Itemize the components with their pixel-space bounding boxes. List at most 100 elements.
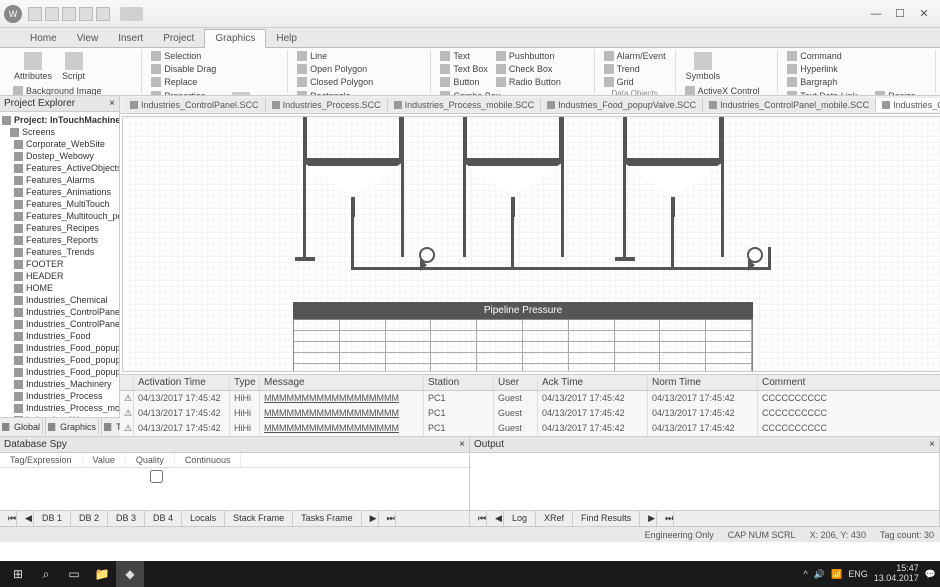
tree-item[interactable]: Features_Recipes (2, 222, 117, 234)
checkbox-button[interactable]: Check Box (493, 63, 564, 75)
pipe[interactable] (768, 247, 771, 270)
col-activation[interactable]: Activation Time (134, 375, 230, 390)
col-comment[interactable]: Comment (758, 375, 940, 390)
support-base[interactable] (295, 257, 315, 261)
document-tab[interactable]: Industries_Food_popupValve.SCC (541, 98, 703, 112)
dbspy-tab[interactable]: DB 3 (108, 511, 145, 526)
col-user[interactable]: User (494, 375, 538, 390)
pipe[interactable] (511, 217, 514, 267)
tab-graphics[interactable]: Graphics (204, 29, 266, 48)
tree-item[interactable]: Features_Reports (2, 234, 117, 246)
tree-item[interactable]: Industries_Process_mobile (2, 402, 117, 414)
document-tab[interactable]: Industries_Process_mobile.SCC (388, 98, 542, 112)
tray-clock[interactable]: 15:47 13.04.2017 (874, 564, 919, 584)
hopper-2[interactable] (453, 116, 573, 217)
tree-item[interactable]: Industries_Food (2, 330, 117, 342)
alarm-row[interactable]: ⚠04/13/2017 17:45:42HiHiMMMMMMMMMMMMMMMM… (120, 391, 940, 406)
tab-graphics-exp[interactable]: Graphics (46, 418, 102, 436)
tree-item[interactable]: Features_Animations (2, 186, 117, 198)
panel-close-icon[interactable]: × (459, 439, 465, 450)
close-button[interactable]: ✕ (912, 6, 936, 22)
support[interactable] (721, 116, 724, 257)
col-message[interactable]: Message (260, 375, 424, 390)
tab-nav-first[interactable]: ⏮ (470, 511, 487, 526)
tree-item[interactable]: HOME (2, 282, 117, 294)
panel-close-icon[interactable]: × (929, 439, 935, 450)
notifications-button[interactable]: 💬 (925, 569, 936, 580)
tray-lang[interactable]: ENG (848, 569, 868, 579)
activex-button[interactable]: ActiveX Control (682, 85, 763, 96)
dbspy-col[interactable]: Tag/Expression (0, 453, 83, 467)
dbspy-col[interactable]: Quality (126, 453, 175, 467)
tree-item[interactable]: Industries_Chemical (2, 294, 117, 306)
output-tab[interactable]: XRef (536, 511, 573, 526)
replace-button[interactable]: Replace (148, 76, 219, 88)
explorer-button[interactable]: 📁 (88, 561, 116, 587)
qat-btn[interactable] (79, 7, 93, 21)
text-button[interactable]: Text (437, 50, 491, 62)
support[interactable] (463, 116, 466, 257)
tab-home[interactable]: Home (20, 30, 67, 47)
alarm-button[interactable]: Alarm/Event (601, 50, 669, 62)
trend-button[interactable]: Trend (601, 63, 669, 75)
maximize-button[interactable]: ☐ (888, 6, 912, 22)
valve-icon[interactable] (419, 257, 435, 273)
minimize-button[interactable]: — (864, 6, 888, 22)
design-canvas[interactable]: Pipeline Pressure (122, 116, 940, 372)
dbspy-col[interactable]: Value (83, 453, 126, 467)
col-type[interactable]: Type (230, 375, 260, 390)
button-button[interactable]: Button (437, 76, 491, 88)
valve-icon[interactable] (747, 257, 763, 273)
pipeline-pressure-table[interactable]: Pipeline Pressure (293, 302, 753, 372)
tab-nav-prev[interactable]: ◀ (17, 511, 34, 526)
tree-item[interactable]: Industries_Food_popupMot (2, 342, 117, 354)
textbox-button[interactable]: Text Box (437, 63, 491, 75)
support-base[interactable] (615, 257, 635, 261)
qat-btn[interactable] (96, 7, 110, 21)
disabledrag-button[interactable]: Disable Drag (148, 63, 219, 75)
explorer-close-icon[interactable]: × (109, 98, 115, 109)
dbspy-col[interactable]: Continuous (175, 453, 242, 467)
support[interactable] (303, 116, 306, 257)
continuous-checkbox[interactable] (150, 470, 163, 483)
dbspy-tab[interactable]: Tasks Frame (293, 511, 362, 526)
document-tab[interactable]: Industries_Chemical.SCC× (876, 98, 940, 112)
qat-btn[interactable] (62, 7, 76, 21)
col-station[interactable]: Station (424, 375, 494, 390)
tree-item[interactable]: Corporate_WebSite (2, 138, 117, 150)
tree-item[interactable]: Features_Alarms (2, 174, 117, 186)
tab-nav-next[interactable]: ▶ (640, 511, 657, 526)
tree-item[interactable]: FOOTER (2, 258, 117, 270)
taskview-button[interactable]: ▭ (60, 561, 88, 587)
tree-item[interactable]: Features_Trends (2, 246, 117, 258)
tab-global[interactable]: Global (0, 418, 46, 436)
pipe[interactable] (351, 267, 771, 270)
tray-icon[interactable]: ^ (804, 569, 808, 579)
alarm-row[interactable]: ⚠04/13/2017 17:45:42HiHiMMMMMMMMMMMMMMMM… (120, 406, 940, 421)
hyperlink-button[interactable]: Hyperlink (784, 63, 845, 75)
tree-item[interactable]: Dostep_Webowy (2, 150, 117, 162)
col-norm[interactable]: Norm Time (648, 375, 758, 390)
dbspy-tab[interactable]: DB 4 (145, 511, 182, 526)
output-tab[interactable]: Find Results (573, 511, 640, 526)
pipe[interactable] (351, 217, 354, 267)
tree-item[interactable]: Industries_Machinery (2, 378, 117, 390)
tree-project[interactable]: Project: InTouchMachineEdition.AP (2, 114, 117, 126)
line-button[interactable]: Line (294, 50, 376, 62)
start-button[interactable]: ⊞ (4, 561, 32, 587)
script-button[interactable]: Script (58, 50, 89, 83)
dbspy-tab[interactable]: Locals (182, 511, 225, 526)
tab-nav-last[interactable]: ⏭ (379, 511, 396, 526)
tray-icon[interactable]: 📶 (831, 569, 842, 580)
search-button[interactable]: ⌕ (32, 561, 60, 587)
hopper-1[interactable] (293, 116, 413, 217)
tree-item[interactable]: Features_MultiTouch (2, 198, 117, 210)
tree-item[interactable]: Features_ActiveObjects (2, 162, 117, 174)
support[interactable] (623, 116, 626, 257)
closedpoly-button[interactable]: Closed Polygon (294, 76, 376, 88)
qat-btn[interactable] (45, 7, 59, 21)
command-button[interactable]: Command (784, 50, 845, 62)
tab-nav-first[interactable]: ⏮ (0, 511, 17, 526)
grid-button[interactable]: Grid (601, 76, 669, 88)
radio-button[interactable]: Radio Button (493, 76, 564, 88)
